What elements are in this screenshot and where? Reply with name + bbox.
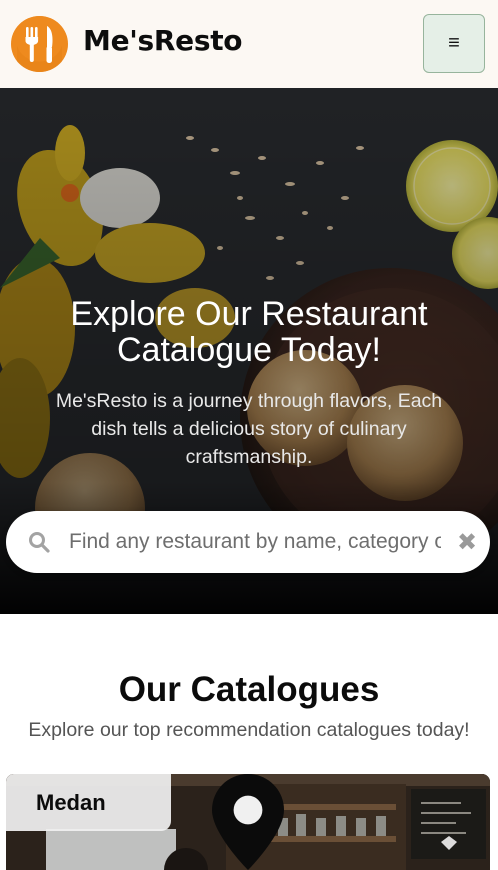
search-bar: ✖ xyxy=(6,511,490,573)
city-badge: Medan xyxy=(6,774,284,870)
catalogue-card[interactable]: Medan xyxy=(6,774,490,870)
brand-name[interactable]: Me'sResto xyxy=(83,24,243,57)
hero-section: Explore Our Restaurant Catalogue Today! … xyxy=(0,88,498,614)
hamburger-menu-button[interactable]: ≡ xyxy=(423,14,485,73)
catalogues-subtitle: Explore our top recommendation catalogue… xyxy=(28,719,470,741)
clear-search-icon[interactable]: ✖ xyxy=(455,528,479,556)
hero-subtitle: Me'sResto is a journey through flavors, … xyxy=(55,390,443,468)
catalogues-title: Our Catalogues xyxy=(118,670,380,709)
app-header: Me'sResto ≡ xyxy=(0,0,498,88)
fork-knife-icon[interactable] xyxy=(11,16,68,72)
map-pin-icon xyxy=(212,774,284,870)
search-input[interactable] xyxy=(69,525,441,559)
hero-title: Explore Our Restaurant Catalogue Today! xyxy=(70,295,428,369)
search-icon xyxy=(29,532,50,553)
